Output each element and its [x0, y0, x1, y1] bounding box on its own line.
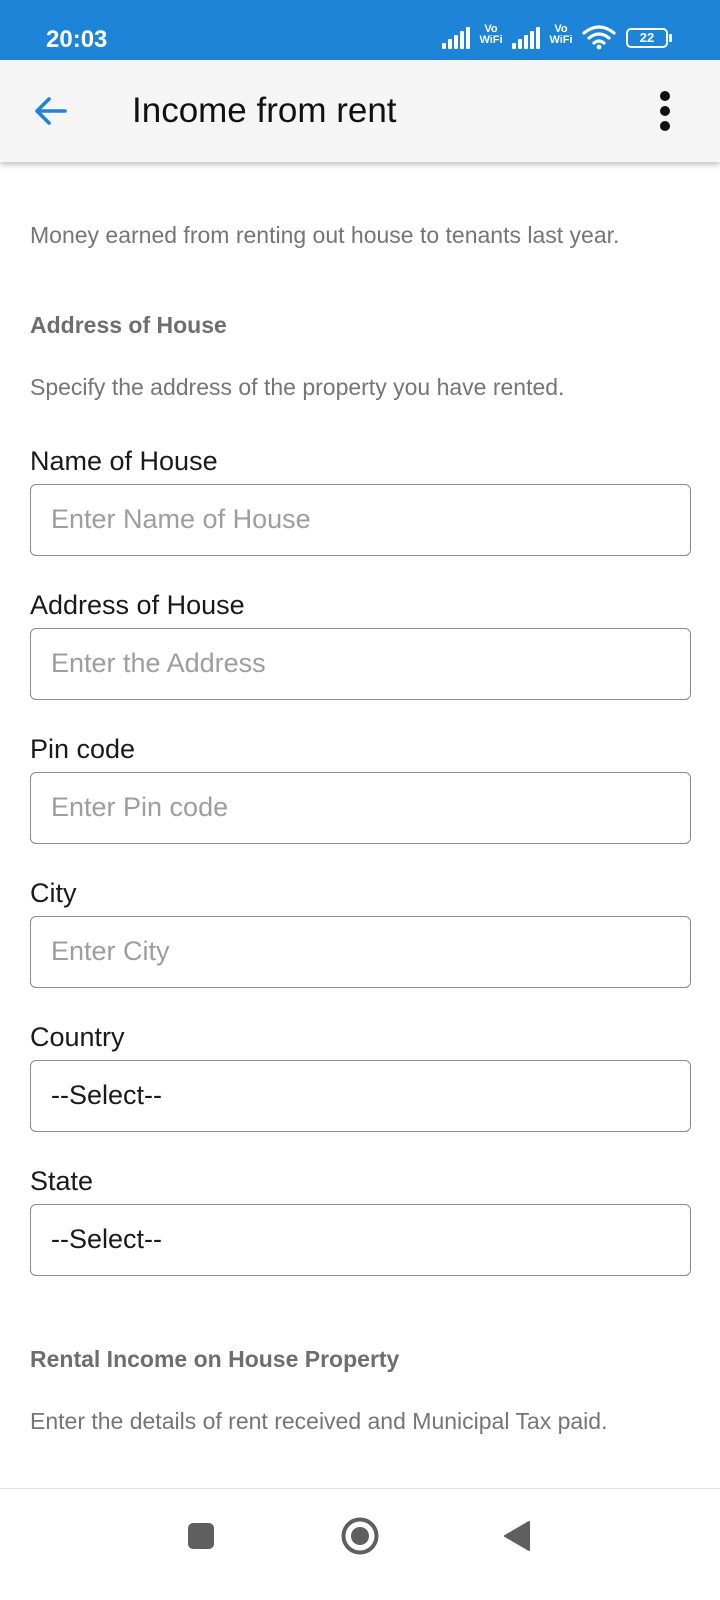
city-input[interactable]: [51, 917, 671, 986]
address-label: Address of House: [30, 590, 245, 620]
circle-home-icon: [341, 1517, 379, 1555]
intro-text: Money earned from renting out house to t…: [30, 222, 620, 248]
status-time: 20:03: [46, 26, 108, 53]
address-section-description: Specify the address of the property you …: [30, 374, 565, 400]
wifi-icon: [582, 25, 616, 50]
state-select[interactable]: --Select--: [30, 1204, 691, 1276]
state-select-value: --Select--: [51, 1224, 163, 1254]
house-name-field: [30, 484, 691, 556]
status-icons: Vo WiFi Vo WiFi 22: [442, 22, 672, 52]
screen: 20:03 Vo WiFi Vo WiFi 22 Income from ren…: [0, 0, 720, 1600]
recents-button[interactable]: [186, 1521, 216, 1551]
address-section-title: Address of House: [30, 312, 227, 338]
app-bar: Income from rent: [0, 60, 720, 162]
nav-back-button[interactable]: [502, 1519, 532, 1553]
status-bar: 20:03 Vo WiFi Vo WiFi 22: [0, 0, 720, 60]
vowifi-icon: Vo WiFi: [549, 23, 573, 46]
more-options-button[interactable]: [648, 88, 684, 134]
battery-icon: 22: [626, 28, 672, 48]
rental-section-title: Rental Income on House Property: [30, 1346, 400, 1372]
signal-icon: [512, 27, 544, 49]
home-button[interactable]: [340, 1516, 380, 1556]
pin-code-input[interactable]: [51, 773, 671, 842]
more-vert-dot: [660, 121, 670, 131]
house-name-input[interactable]: [51, 485, 671, 554]
country-select-value: --Select--: [51, 1080, 163, 1110]
pin-code-label: Pin code: [30, 734, 136, 764]
state-label: State: [30, 1166, 94, 1196]
city-label: City: [30, 878, 77, 908]
page-title: Income from rent: [132, 91, 397, 130]
country-label: Country: [30, 1022, 125, 1052]
more-vert-icon: [660, 91, 670, 101]
city-field: [30, 916, 691, 988]
system-nav-bar: [0, 1489, 720, 1600]
country-select[interactable]: --Select--: [30, 1060, 691, 1132]
arrow-left-icon: [35, 97, 67, 125]
address-field: [30, 628, 691, 700]
house-name-label: Name of House: [30, 446, 218, 476]
back-button[interactable]: [30, 90, 72, 132]
vowifi-icon: Vo WiFi: [479, 23, 503, 46]
triangle-back-icon: [504, 1521, 530, 1551]
signal-icon: [442, 27, 474, 49]
address-input[interactable]: [51, 629, 671, 698]
square-icon: [188, 1523, 214, 1549]
more-vert-dot: [660, 106, 670, 116]
pin-code-field: [30, 772, 691, 844]
rental-section-description: Enter the details of rent received and M…: [30, 1408, 608, 1434]
